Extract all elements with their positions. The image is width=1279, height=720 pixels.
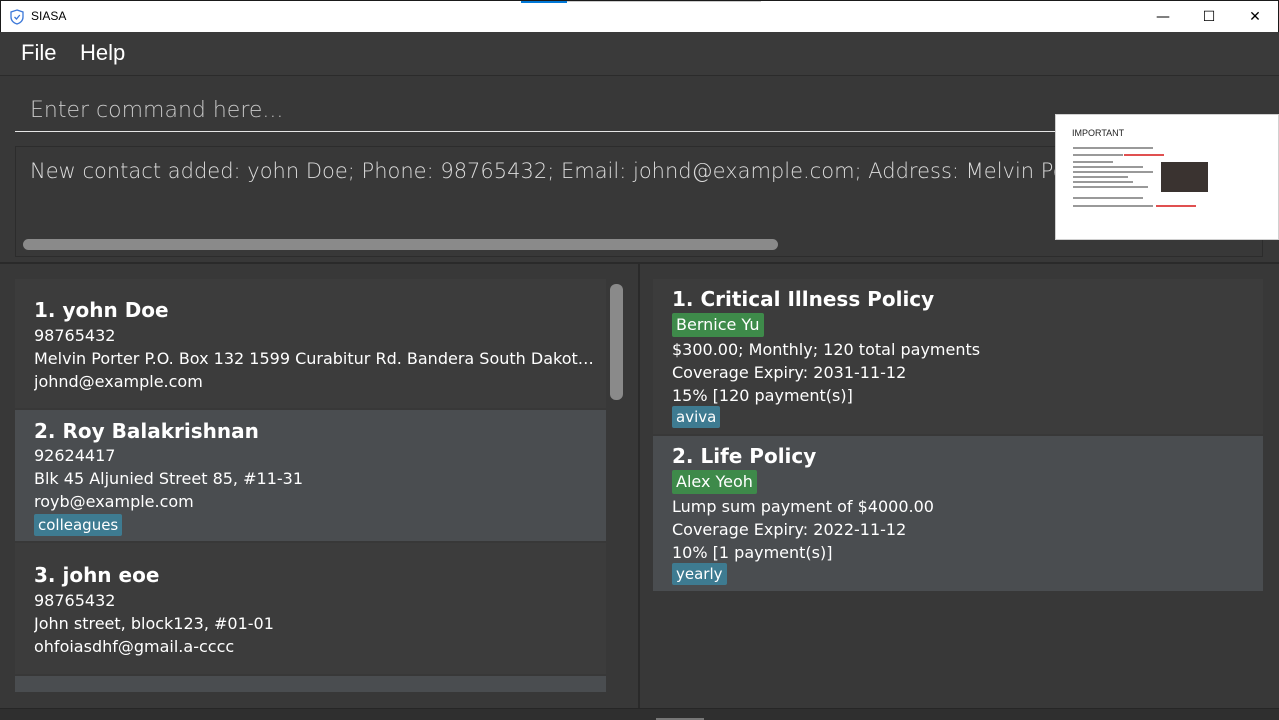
screen-preview-thumbnail[interactable]: IMPORTANT xyxy=(1055,114,1279,240)
thumbnail-line xyxy=(1073,205,1153,207)
thumbnail-line xyxy=(1073,171,1153,173)
contact-phone: 98765432 xyxy=(34,326,116,345)
policy-commission: 15% [120 payment(s)] xyxy=(672,386,853,405)
policy-payment: $300.00; Monthly; 120 total payments xyxy=(672,340,981,359)
contact-card[interactable]: 3. john eoe 98765432 John street, block1… xyxy=(15,543,606,674)
policy-name: 2. Life Policy xyxy=(672,444,817,468)
contact-address: Blk 45 Aljunied Street 85, #11-31 xyxy=(34,469,303,488)
thumbnail-line xyxy=(1073,161,1113,163)
contact-card[interactable]: 2. Roy Balakrishnan 92624417 Blk 45 Alju… xyxy=(15,410,606,541)
policy-commission: 10% [1 payment(s)] xyxy=(672,543,833,562)
shield-icon xyxy=(10,9,24,25)
contact-name: 1. yohn Doe xyxy=(34,298,169,322)
policy-tag: yearly xyxy=(672,563,727,585)
thumbnail-line xyxy=(1073,197,1143,199)
policy-owner-tag: Alex Yeoh xyxy=(672,470,757,494)
policy-expiry: Coverage Expiry: 2031-11-12 xyxy=(672,363,907,382)
contact-tag: colleagues xyxy=(34,514,123,536)
window-title: SIASA xyxy=(31,9,67,23)
policy-owner-tag: Bernice Yu xyxy=(672,313,764,337)
title-bar: SIASA — ☐ ✕ xyxy=(0,0,1279,32)
contact-name: 2. Roy Balakrishnan xyxy=(34,419,259,443)
contact-address: Melvin Porter P.O. Box 132 1599 Curabitu… xyxy=(34,349,599,368)
policy-tag: aviva xyxy=(672,406,721,428)
contact-email: ohfoiasdhf@gmail.a-cccc xyxy=(34,637,235,656)
menu-bar: File Help xyxy=(0,32,1279,76)
contact-list-scrollbar[interactable] xyxy=(610,284,623,400)
policy-card[interactable]: 1. Critical Illness Policy Bernice Yu $3… xyxy=(653,279,1263,434)
thumbnail-image xyxy=(1161,162,1208,192)
maximize-button[interactable]: ☐ xyxy=(1186,1,1232,32)
policy-card[interactable]: 2. Life Policy Alex Yeoh Lump sum paymen… xyxy=(653,436,1263,591)
contact-email: royb@example.com xyxy=(34,492,194,511)
policy-name: 1. Critical Illness Policy xyxy=(672,287,935,311)
menu-file[interactable]: File xyxy=(21,40,56,66)
contact-phone: 98765432 xyxy=(34,591,116,610)
thumbnail-line xyxy=(1073,166,1143,168)
close-button[interactable]: ✕ xyxy=(1232,1,1278,32)
thumbnail-line xyxy=(1156,205,1196,207)
thumbnail-line xyxy=(1073,176,1128,178)
taskbar-accent-line xyxy=(567,1,761,2)
contact-email: johnd@example.com xyxy=(34,372,203,391)
policy-payment: Lump sum payment of $4000.00 xyxy=(672,497,934,516)
contact-card-partial[interactable] xyxy=(15,676,606,692)
contact-card[interactable]: 1. yohn Doe 98765432 Melvin Porter P.O. … xyxy=(15,279,606,408)
status-bar xyxy=(0,708,1279,720)
contact-phone: 92624417 xyxy=(34,446,116,465)
menu-help[interactable]: Help xyxy=(80,40,125,66)
thumbnail-line xyxy=(1073,154,1123,156)
minimize-button[interactable]: — xyxy=(1140,1,1186,32)
thumbnail-line xyxy=(1073,186,1148,188)
thumbnail-line xyxy=(1124,154,1164,156)
thumbnail-title: IMPORTANT xyxy=(1072,128,1125,138)
thumbnail-line xyxy=(1073,181,1133,183)
taskbar-accent xyxy=(521,1,567,3)
thumbnail-line xyxy=(1073,147,1153,149)
policy-expiry: Coverage Expiry: 2022-11-12 xyxy=(672,520,907,539)
contact-address: John street, block123, #01-01 xyxy=(34,614,274,633)
contact-name: 3. john eoe xyxy=(34,563,160,587)
result-horizontal-scrollbar[interactable] xyxy=(23,239,778,250)
